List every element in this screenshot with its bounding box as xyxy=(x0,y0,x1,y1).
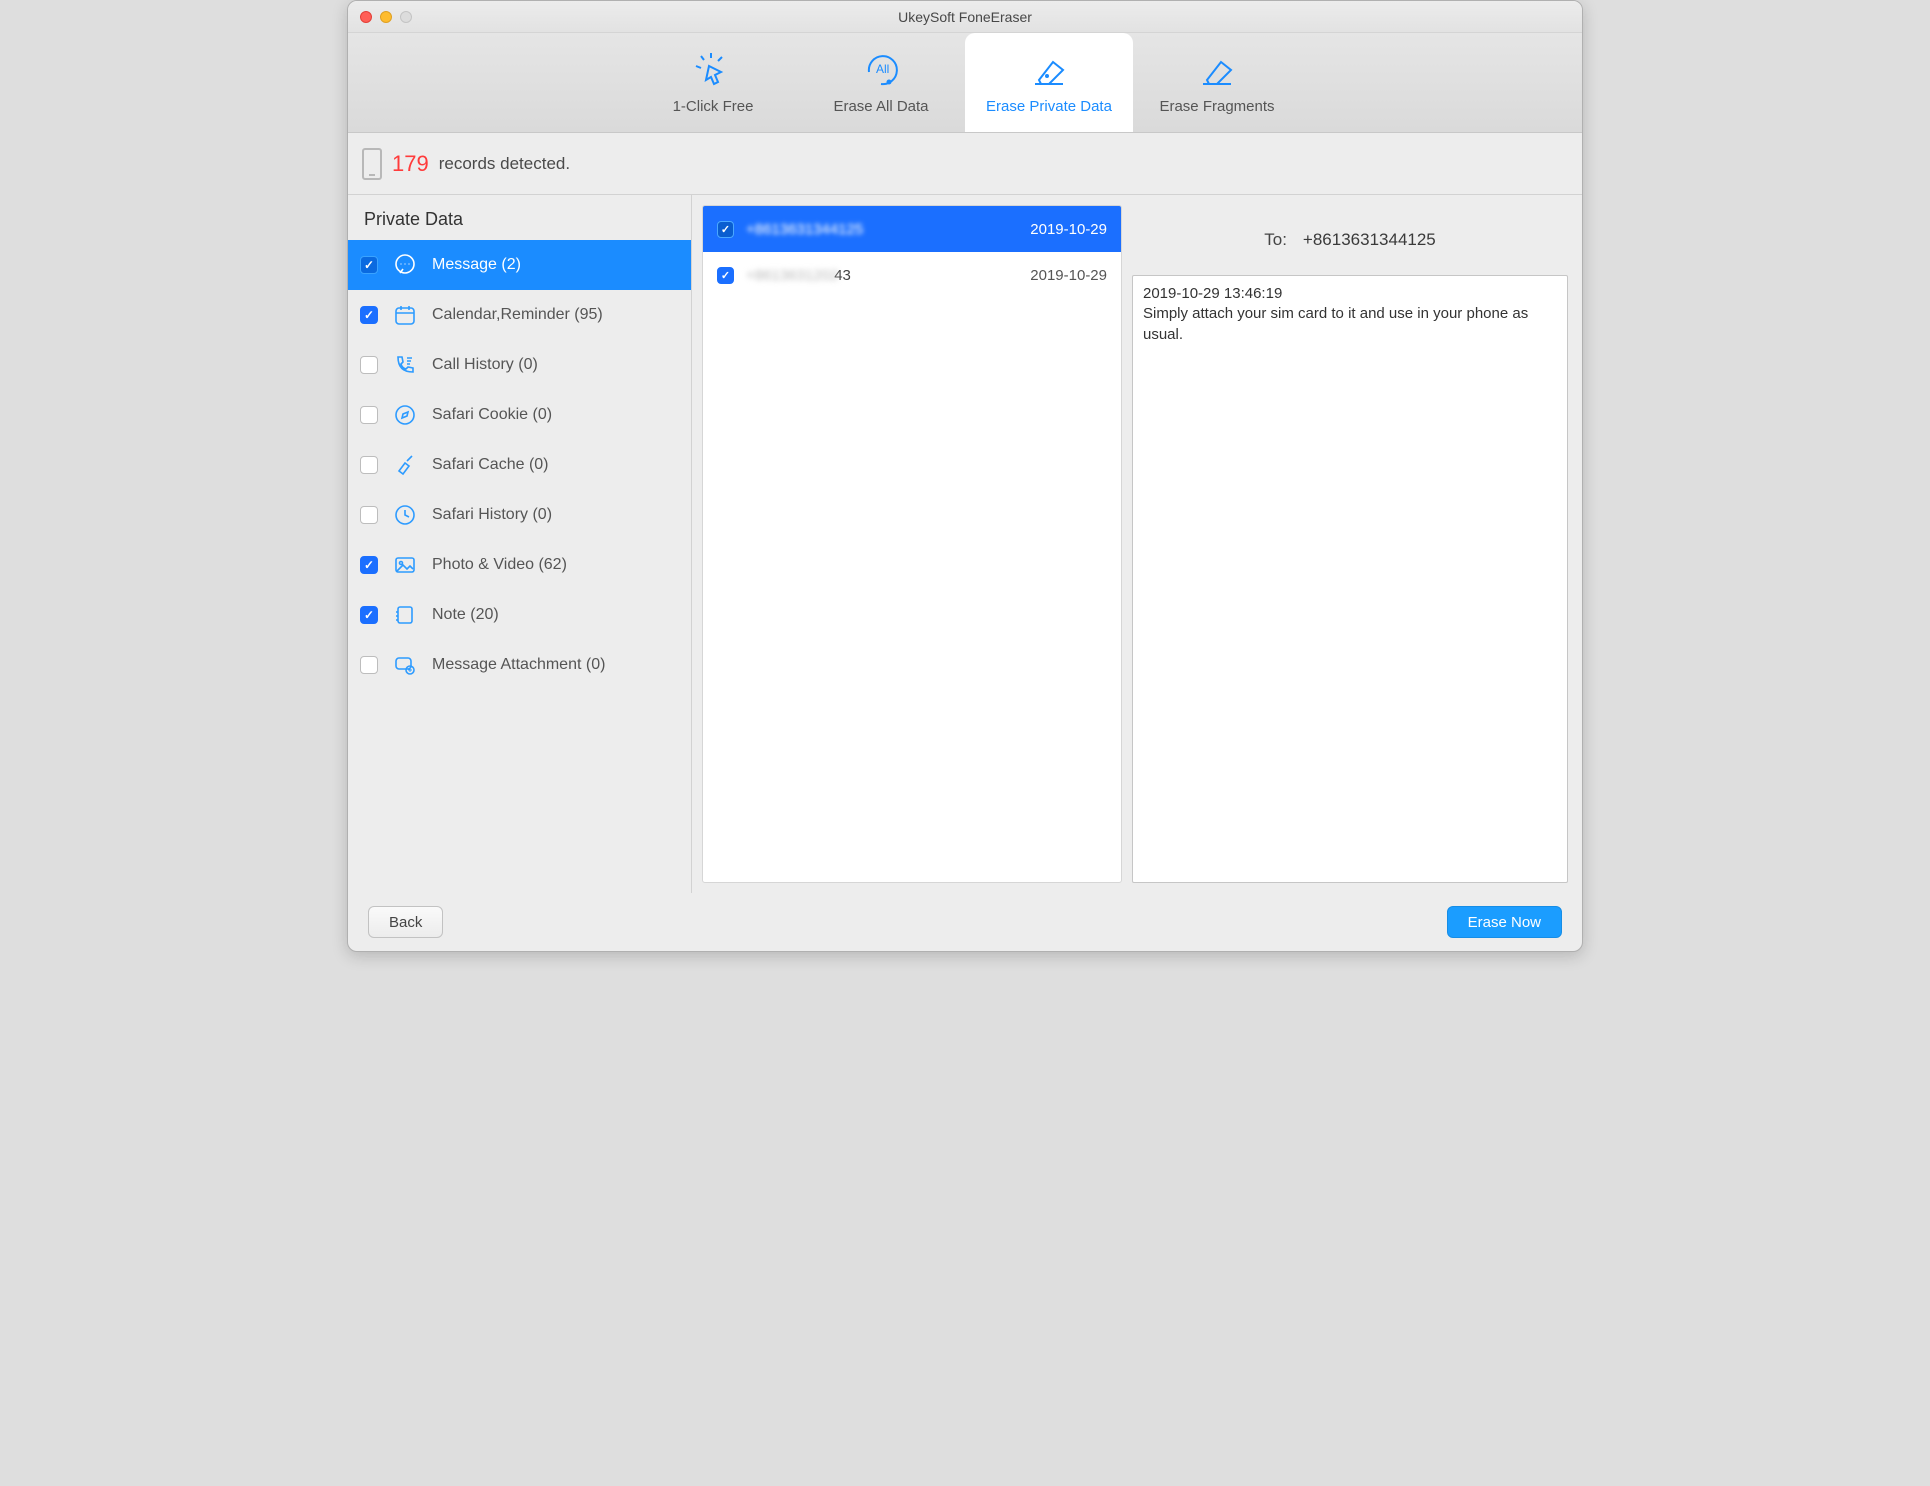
sidebar-item-label: Call History (0) xyxy=(432,356,538,374)
sidebar-item-photo-video[interactable]: Photo & Video (62) xyxy=(348,540,691,590)
erase-now-button[interactable]: Erase Now xyxy=(1447,906,1562,938)
image-icon xyxy=(392,552,418,578)
detail-recipient: To: +8613631344125 xyxy=(1132,205,1568,275)
sidebar-item-safari-history[interactable]: Safari History (0) xyxy=(348,490,691,540)
window-title: UkeySoft FoneEraser xyxy=(348,9,1582,25)
checkbox[interactable] xyxy=(717,221,734,238)
checkbox[interactable] xyxy=(360,356,378,374)
checkbox[interactable] xyxy=(360,506,378,524)
sidebar-item-label: Message Attachment (0) xyxy=(432,656,605,674)
records-text: records detected. xyxy=(439,154,570,174)
sidebar-item-safari-cookie[interactable]: Safari Cookie (0) xyxy=(348,390,691,440)
detail-timestamp: 2019-10-29 13:46:19 xyxy=(1143,284,1557,304)
phone-device-icon xyxy=(362,148,382,180)
message-number: +8613631344125 xyxy=(746,221,1018,238)
detail-content: 2019-10-29 13:46:19 Simply attach your s… xyxy=(1132,275,1568,883)
sidebar-title: Private Data xyxy=(348,195,691,240)
sidebar-item-call-history[interactable]: Call History (0) xyxy=(348,340,691,390)
detail-panel: To: +8613631344125 2019-10-29 13:46:19 S… xyxy=(1122,195,1582,893)
detail-to-number: +8613631344125 xyxy=(1303,230,1436,250)
checkbox[interactable] xyxy=(360,256,378,274)
attachment-icon xyxy=(392,652,418,678)
message-icon xyxy=(392,252,418,278)
footer: Back Erase Now xyxy=(348,893,1582,951)
message-row[interactable]: +8613631344125 2019-10-29 xyxy=(703,206,1121,252)
detail-body: Simply attach your sim card to it and us… xyxy=(1143,304,1557,345)
tab-label: Erase Private Data xyxy=(986,98,1112,115)
checkbox[interactable] xyxy=(360,606,378,624)
titlebar: UkeySoft FoneEraser xyxy=(348,1,1582,33)
message-list-panel: +8613631344125 2019-10-29 +861363120243 … xyxy=(692,195,1122,893)
svg-text:All: All xyxy=(876,62,889,76)
detail-to-label: To: xyxy=(1264,230,1287,250)
app-window: UkeySoft FoneEraser 1-Click Free All Era… xyxy=(347,0,1583,952)
records-count: 179 xyxy=(392,151,429,177)
cursor-click-icon xyxy=(691,50,735,90)
erase-all-icon: All xyxy=(859,50,903,90)
tab-erase-all[interactable]: All Erase All Data xyxy=(797,33,965,132)
eraser-active-icon xyxy=(1027,50,1071,90)
sidebar-item-message[interactable]: Message (2) xyxy=(348,240,691,290)
main-toolbar: 1-Click Free All Erase All Data Erase Pr… xyxy=(348,33,1582,133)
sidebar-item-note[interactable]: Note (20) xyxy=(348,590,691,640)
sidebar-item-calendar[interactable]: Calendar,Reminder (95) xyxy=(348,290,691,340)
message-date: 2019-10-29 xyxy=(1030,267,1107,284)
checkbox[interactable] xyxy=(360,656,378,674)
tab-1click-free[interactable]: 1-Click Free xyxy=(629,33,797,132)
tab-label: Erase All Data xyxy=(833,98,928,115)
main-body: Private Data Message (2) Calendar,Remind… xyxy=(348,195,1582,893)
tab-label: 1-Click Free xyxy=(673,98,754,115)
checkbox[interactable] xyxy=(360,456,378,474)
sidebar-item-label: Safari History (0) xyxy=(432,506,552,524)
checkbox[interactable] xyxy=(360,556,378,574)
sidebar-item-message-attachment[interactable]: Message Attachment (0) xyxy=(348,640,691,690)
tab-label: Erase Fragments xyxy=(1159,98,1274,115)
checkbox[interactable] xyxy=(360,406,378,424)
brush-icon xyxy=(392,452,418,478)
eraser-icon xyxy=(1195,50,1239,90)
sidebar-item-label: Note (20) xyxy=(432,606,499,624)
sidebar-item-safari-cache[interactable]: Safari Cache (0) xyxy=(348,440,691,490)
sidebar-item-label: Calendar,Reminder (95) xyxy=(432,306,603,324)
phone-icon xyxy=(392,352,418,378)
message-row[interactable]: +861363120243 2019-10-29 xyxy=(703,252,1121,298)
message-number: +861363120243 xyxy=(746,267,1018,284)
message-date: 2019-10-29 xyxy=(1030,221,1107,238)
compass-icon xyxy=(392,402,418,428)
checkbox[interactable] xyxy=(717,267,734,284)
sidebar: Private Data Message (2) Calendar,Remind… xyxy=(348,195,692,893)
checkbox[interactable] xyxy=(360,306,378,324)
clock-icon xyxy=(392,502,418,528)
sidebar-item-label: Message (2) xyxy=(432,256,521,274)
sidebar-item-label: Safari Cookie (0) xyxy=(432,406,552,424)
back-button[interactable]: Back xyxy=(368,906,443,938)
tab-erase-fragments[interactable]: Erase Fragments xyxy=(1133,33,1301,132)
calendar-icon xyxy=(392,302,418,328)
sidebar-item-label: Safari Cache (0) xyxy=(432,456,549,474)
note-icon xyxy=(392,602,418,628)
message-list: +8613631344125 2019-10-29 +861363120243 … xyxy=(702,205,1122,883)
tab-erase-private[interactable]: Erase Private Data xyxy=(965,33,1133,132)
sidebar-item-label: Photo & Video (62) xyxy=(432,556,567,574)
status-bar: 179 records detected. xyxy=(348,133,1582,195)
